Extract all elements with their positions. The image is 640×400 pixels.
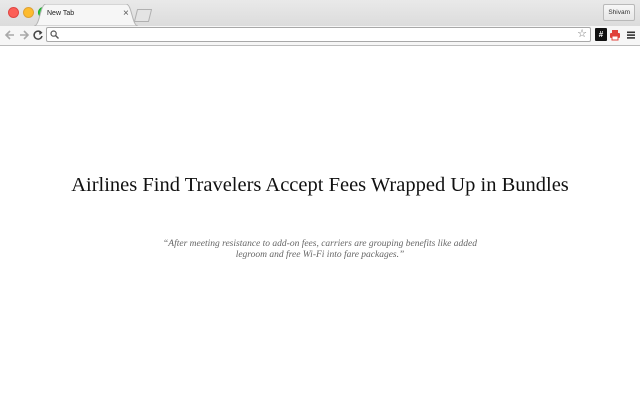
new-tab-button[interactable] <box>134 9 152 22</box>
back-button[interactable] <box>3 28 17 42</box>
reload-button[interactable] <box>31 28 45 42</box>
profile-button[interactable]: Shivam <box>603 4 635 21</box>
tab-strip: New Tab × Shivam <box>0 0 640 26</box>
article-headline[interactable]: Airlines Find Travelers Accept Fees Wrap… <box>0 174 640 197</box>
hamburger-menu-icon <box>627 31 635 39</box>
browser-window: New Tab × Shivam ☆ # Airlines Find Trave… <box>0 0 640 400</box>
reload-icon <box>33 30 43 40</box>
back-arrow-icon <box>4 30 14 40</box>
tab-close-button[interactable]: × <box>123 7 129 21</box>
print-icon <box>610 29 620 40</box>
tab-new-tab[interactable]: New Tab × <box>34 4 138 26</box>
address-input[interactable] <box>61 28 561 41</box>
toolbar: ☆ # <box>0 26 640 46</box>
article-summary: “After meeting resistance to add-on fees… <box>163 239 477 260</box>
search-icon <box>50 30 59 39</box>
print-extension-button[interactable] <box>609 28 621 41</box>
window-minimize-button[interactable] <box>23 7 34 18</box>
chrome-menu-button[interactable] <box>625 28 637 41</box>
address-bar[interactable]: ☆ <box>46 27 591 42</box>
window-close-button[interactable] <box>8 7 19 18</box>
star-icon[interactable]: ☆ <box>577 28 587 41</box>
hash-extension-button[interactable]: # <box>595 28 607 41</box>
tab-title: New Tab <box>47 10 75 17</box>
new-tab-page: Airlines Find Travelers Accept Fees Wrap… <box>0 46 640 400</box>
forward-button[interactable] <box>17 28 31 42</box>
forward-arrow-icon <box>20 30 30 40</box>
